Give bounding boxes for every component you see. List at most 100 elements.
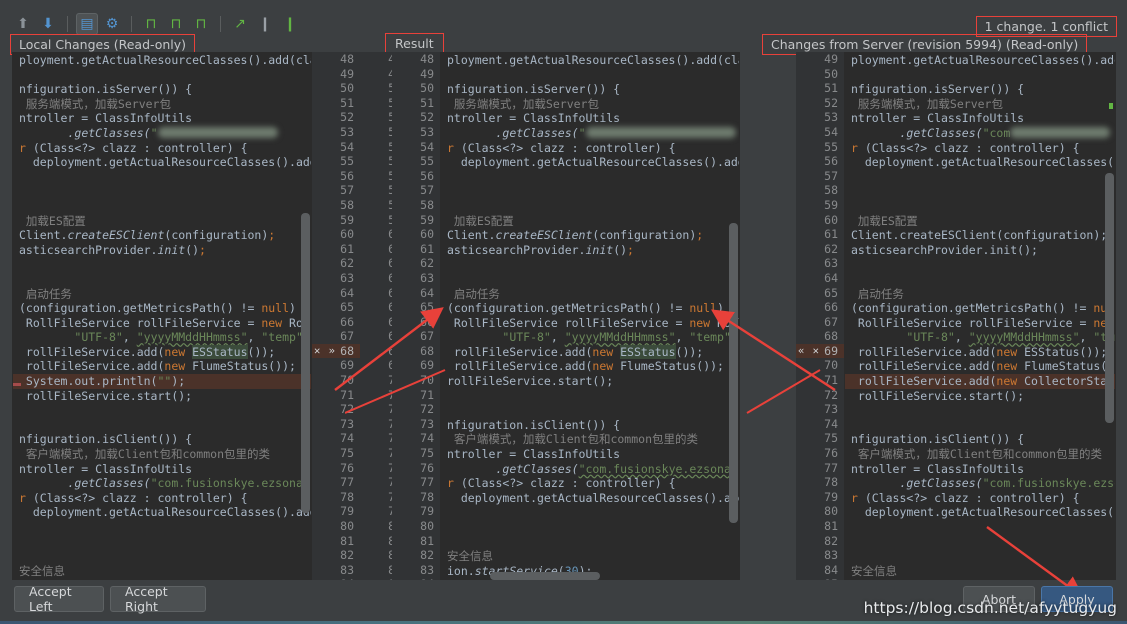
line-number: 70	[824, 358, 838, 373]
code-line: ployment.getActualResourceClasses().add(…	[447, 53, 740, 67]
line-number: 78	[824, 475, 838, 490]
accept-right-button[interactable]: Accept Right	[110, 584, 206, 614]
line-number: 53	[420, 124, 434, 139]
compare-side-by-side-icon[interactable]: ▤	[76, 13, 98, 35]
code-line: Client.createESClient(configuration);	[851, 228, 1108, 243]
code-line: 服务端模式，加载Server包	[447, 96, 599, 111]
code-line: rollFileService.add(new ESStatus());	[447, 344, 704, 359]
line-number: 82	[340, 548, 354, 563]
left-pane-title-label: Local Changes (Read-only)	[19, 37, 187, 52]
line-number: 52	[824, 95, 838, 110]
ignore-whitespace-icon[interactable]: ⊓	[140, 13, 162, 35]
watermark-text: https://blog.csdn.net/afyytugyug	[863, 599, 1117, 617]
code-line: rollFileService.add(new FlumeStatus());	[851, 359, 1115, 374]
code-line: rollFileService.add(new CollectorStatus(…	[845, 374, 1115, 389]
code-line: .getClasses("	[441, 126, 739, 141]
conflict-resolve-icon[interactable]: « ✕	[798, 344, 820, 359]
line-number: 81	[824, 519, 838, 533]
code-line: 加载ES配置	[447, 213, 514, 228]
line-number: 64	[340, 285, 354, 300]
line-number: 50	[340, 81, 354, 96]
toolbar-separator	[220, 16, 221, 32]
code-line: .getClasses("	[13, 126, 311, 141]
line-number: 60	[420, 227, 434, 242]
center-vertical-scrollbar[interactable]	[729, 223, 738, 523]
conflict-resolve-icon[interactable]: ✕ »	[314, 344, 336, 359]
center-horizontal-scrollbar[interactable]	[490, 572, 600, 580]
center-pane-title: Result	[385, 33, 444, 54]
apply-non-conflicting-icon[interactable]: ↗	[229, 13, 251, 35]
apply-left-icon[interactable]: ❙	[254, 13, 276, 35]
code-line: RollFileService rollFileService = new Ro…	[19, 315, 310, 330]
code-line: asticsearchProvider.init();	[851, 242, 1038, 257]
accept-left-button[interactable]: Accept Left	[14, 584, 104, 614]
line-number: 56	[340, 168, 354, 183]
line-number: 73	[420, 416, 434, 431]
result-editor[interactable]: ployment.getActualResourceClasses().add(…	[440, 52, 740, 580]
code-line: deployment.getActualResourceClasses().ad…	[447, 490, 740, 505]
line-number: 55	[824, 139, 838, 154]
right-vertical-scrollbar[interactable]	[1105, 173, 1114, 423]
left-line-number-gutter: 48 49 50 51 52 53 54 55 56 57 58 59 60 61 62 63 64 65 66 67…	[312, 52, 360, 580]
line-number: 82	[420, 548, 434, 563]
line-number: 66	[824, 300, 838, 315]
line-number: 52	[340, 110, 354, 125]
apply-right-icon[interactable]: ❙	[279, 13, 301, 35]
code-line: rollFileService.start();	[447, 374, 614, 389]
line-number: 65	[420, 300, 434, 315]
line-number: 60	[824, 212, 838, 227]
code-line: RollFileService rollFileService = new Ro…	[447, 315, 739, 330]
collapse-unchanged-icon[interactable]: ⊓	[165, 13, 187, 35]
code-line: 服务端模式，加载Server包	[851, 96, 1003, 111]
line-number: 61	[420, 241, 434, 256]
line-number: 82	[824, 533, 838, 548]
line-number: ✕ » 68	[312, 343, 360, 359]
line-number: 51	[420, 95, 434, 110]
expand-all-icon[interactable]: ⊓	[190, 13, 212, 35]
line-number: 63	[824, 256, 838, 271]
line-number: 58	[340, 197, 354, 212]
code-line: ion.startService(30);	[13, 578, 311, 579]
changed-line-marker	[1109, 103, 1113, 109]
code-line: rollFileService.add(new ESStatus());	[19, 344, 276, 359]
code-line: r (Class<?> clazz : controller) {	[19, 490, 248, 505]
line-number: 48	[420, 52, 434, 66]
line-number: 59	[824, 197, 838, 212]
code-line: 加载ES配置	[19, 213, 86, 228]
line-number: 84	[392, 577, 440, 580]
code-line: r (Class<?> clazz : controller) {	[851, 140, 1080, 155]
accept-left-label: Accept Left	[29, 584, 72, 614]
line-number: 54	[420, 139, 434, 154]
next-difference-icon[interactable]: ⬇	[37, 13, 59, 35]
line-number: 73	[340, 416, 354, 431]
code-line: ntroller = ClassInfoUtils	[851, 461, 1025, 476]
line-number: 75	[420, 446, 434, 461]
code-line: 客户端模式，加载Client包和common包里的类	[851, 447, 1103, 462]
line-number: 80	[420, 519, 434, 533]
code-line: 启动任务	[19, 286, 72, 301]
code-line: 客户端模式，加载Client包和common包里的类	[447, 432, 699, 447]
settings-gear-icon[interactable]: ⚙	[101, 13, 123, 35]
code-line: deployment.getActualResourceClasses().ad…	[864, 155, 1115, 170]
local-changes-editor[interactable]: ployment.getActualResourceClasses().add(…	[12, 52, 312, 580]
code-line: r (Class<?> clazz : controller) {	[851, 490, 1080, 505]
previous-difference-icon[interactable]: ⬆	[12, 13, 34, 35]
code-line: (configuration.getMetricsPath() != null)…	[851, 301, 1115, 316]
line-number: 51	[824, 81, 838, 96]
server-changes-editor[interactable]: ployment.getActualResourceClasses().add(…	[844, 52, 1116, 580]
code-line: 安全信息	[851, 563, 897, 578]
left-vertical-scrollbar[interactable]	[301, 213, 310, 513]
